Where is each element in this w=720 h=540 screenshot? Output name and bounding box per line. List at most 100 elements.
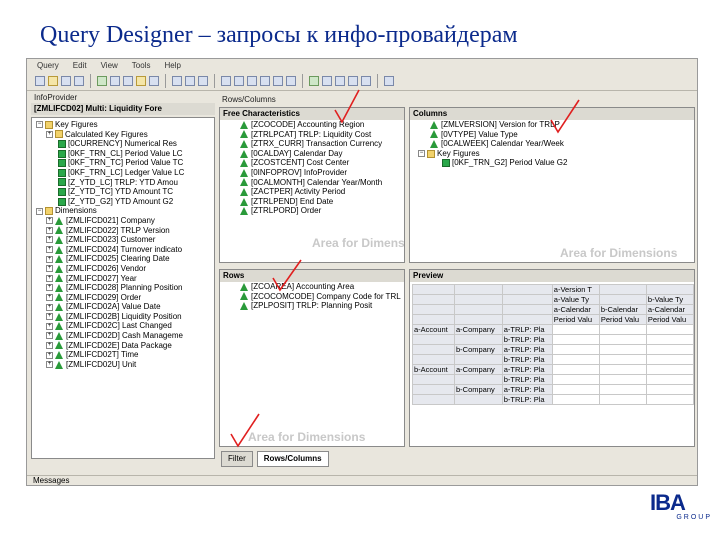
expand-toggle[interactable]: +: [46, 293, 53, 301]
free-characteristic-item[interactable]: [ZTRLPORD] Order: [228, 206, 404, 216]
rows-columns-view-icon[interactable]: [234, 75, 244, 86]
preview-cell: a-Account: [412, 324, 455, 335]
column-item[interactable]: [0CALWEEK] Calendar Year/Week: [418, 139, 694, 149]
characteristic-icon: [240, 178, 248, 187]
free-characteristic-item[interactable]: [0CALDAY] Calendar Day: [228, 149, 404, 159]
infoprovider-view-icon[interactable]: [309, 75, 319, 86]
columns-key-figures-node[interactable]: − Key Figures: [410, 149, 694, 159]
expand-toggle[interactable]: +: [46, 217, 53, 225]
expand-toggle[interactable]: +: [46, 255, 53, 263]
dimension-item[interactable]: + [ZMLIFCD027] Year: [36, 274, 214, 284]
cut-icon[interactable]: [172, 75, 182, 86]
dimension-item[interactable]: + [ZMLIFCD021] Company: [36, 216, 214, 226]
free-characteristic-item[interactable]: [ZCOCODE] Accounting Region: [228, 120, 404, 130]
copy-icon[interactable]: [185, 75, 195, 86]
help-icon[interactable]: [384, 75, 394, 86]
menu-tools[interactable]: Tools: [132, 61, 151, 70]
dimension-item[interactable]: + [ZMLIFCD02A] Value Date: [36, 302, 214, 312]
key-figure-item[interactable]: [0KF_TRN_CL] Period Value LC: [36, 149, 214, 159]
dimension-item[interactable]: + [ZMLIFCD02T] Time: [36, 350, 214, 360]
check-query-icon[interactable]: [97, 75, 107, 86]
dimension-item[interactable]: + [ZMLIFCD025] Clearing Date: [36, 254, 214, 264]
key-figure-item[interactable]: [0CURRENCY] Numerical Res: [36, 139, 214, 149]
dimension-item[interactable]: + [ZMLIFCD022] TRLP Version: [36, 226, 214, 236]
expand-toggle[interactable]: +: [46, 303, 53, 311]
dimension-item[interactable]: + [ZMLIFCD02U] Unit: [36, 360, 214, 370]
open-icon[interactable]: [48, 75, 58, 86]
messages-icon[interactable]: [348, 75, 358, 86]
column-key-figure-item[interactable]: [0KF_TRN_G2] Period Value G2: [430, 158, 694, 168]
free-characteristic-item[interactable]: [ZTRLPCAT] TRLP: Liquidity Cost: [228, 130, 404, 140]
cells-icon[interactable]: [247, 75, 257, 86]
menu-view[interactable]: View: [101, 61, 118, 70]
execute-icon[interactable]: [110, 75, 120, 86]
free-characteristic-item[interactable]: [ZACTPER] Activity Period: [228, 187, 404, 197]
conditions-icon[interactable]: [149, 75, 159, 86]
tab-filter[interactable]: Filter: [221, 451, 253, 467]
save-icon[interactable]: [61, 75, 71, 86]
messages-bar[interactable]: Messages: [27, 475, 697, 485]
exceptions-icon[interactable]: [136, 75, 146, 86]
key-figure-item[interactable]: [Z_YTD_TC] YTD Amount TC: [36, 187, 214, 197]
key-figure-item[interactable]: [0KF_TRN_LC] Ledger Value LC: [36, 168, 214, 178]
row-item[interactable]: [ZCOCOMCODE] Company Code for TRL: [228, 292, 404, 302]
dimension-item[interactable]: + [ZMLIFCD02B] Liquidity Position: [36, 312, 214, 322]
conditions-view-icon[interactable]: [260, 75, 270, 86]
where-used-icon[interactable]: [361, 75, 371, 86]
expand-toggle[interactable]: +: [46, 332, 53, 340]
properties-view-icon[interactable]: [322, 75, 332, 86]
menu-edit[interactable]: Edit: [73, 61, 87, 70]
free-characteristic-item[interactable]: [ZTRX_CURR] Transaction Currency: [228, 139, 404, 149]
dimension-item[interactable]: + [ZMLIFCD02D] Cash Manageme: [36, 331, 214, 341]
tree-node-key-figures[interactable]: − Key Figures: [36, 120, 214, 130]
preview-cell: [454, 334, 503, 345]
dimension-item[interactable]: + [ZMLIFCD028] Planning Position: [36, 283, 214, 293]
tab-rows-columns[interactable]: Rows/Columns: [256, 451, 329, 467]
characteristic-icon: [240, 292, 248, 301]
dimension-item[interactable]: + [ZMLIFCD02E] Data Package: [36, 341, 214, 351]
expand-toggle[interactable]: +: [46, 246, 53, 254]
save-all-icon[interactable]: [74, 75, 84, 86]
row-item[interactable]: [ZCOAREA] Accounting Area: [228, 282, 404, 292]
expand-toggle[interactable]: +: [46, 226, 53, 234]
tree-node-dimensions[interactable]: − Dimensions: [36, 206, 214, 216]
properties-icon[interactable]: [123, 75, 133, 86]
expand-toggle[interactable]: +: [46, 130, 53, 138]
dimension-item[interactable]: + [ZMLIFCD026] Vendor: [36, 264, 214, 274]
paste-icon[interactable]: [198, 75, 208, 86]
menu-query[interactable]: Query: [37, 61, 59, 70]
dimension-item[interactable]: + [ZMLIFCD029] Order: [36, 293, 214, 303]
dimension-item[interactable]: + [ZMLIFCD023] Customer: [36, 235, 214, 245]
expand-toggle[interactable]: +: [46, 284, 53, 292]
expand-toggle[interactable]: +: [46, 341, 53, 349]
expand-toggle[interactable]: +: [46, 351, 53, 359]
dimension-item[interactable]: + [ZMLIFCD02C] Last Changed: [36, 321, 214, 331]
key-figure-item[interactable]: [Z_YTD_LC] TRLP: YTD Amou: [36, 178, 214, 188]
sources-icon[interactable]: [286, 75, 296, 86]
expand-toggle[interactable]: +: [46, 265, 53, 273]
free-characteristic-item[interactable]: [0INFOPROV] InfoProvider: [228, 168, 404, 178]
exceptions-view-icon[interactable]: [273, 75, 283, 86]
row-item[interactable]: [ZPLPOSIT] TRLP: Planning Posit: [228, 301, 404, 311]
dimension-item[interactable]: + [ZMLIFCD024] Turnover indicato: [36, 245, 214, 255]
expand-toggle[interactable]: +: [46, 322, 53, 330]
characteristic-icon: [240, 187, 248, 196]
key-figure-item[interactable]: [Z_YTD_G2] YTD Amount G2: [36, 197, 214, 207]
free-characteristic-item[interactable]: [0CALMONTH] Calendar Year/Month: [228, 178, 404, 188]
folder-icon: [55, 130, 63, 139]
tasks-icon[interactable]: [335, 75, 345, 86]
key-figure-icon: [58, 178, 66, 187]
expand-toggle[interactable]: +: [46, 313, 53, 321]
new-icon[interactable]: [35, 75, 45, 86]
key-figure-item[interactable]: [0KF_TRN_TC] Period Value TC: [36, 158, 214, 168]
key-figure-item[interactable]: + Calculated Key Figures: [36, 130, 214, 140]
expand-toggle[interactable]: +: [46, 236, 53, 244]
item-label: [0KF_TRN_TC] Period Value TC: [68, 158, 184, 168]
free-characteristic-item[interactable]: [ZTRLPEND] End Date: [228, 197, 404, 207]
item-label: [0KF_TRN_LC] Ledger Value LC: [68, 167, 185, 177]
filter-view-icon[interactable]: [221, 75, 231, 86]
expand-toggle[interactable]: +: [46, 274, 53, 282]
menu-help[interactable]: Help: [164, 61, 180, 70]
free-characteristic-item[interactable]: [ZCOSTCENT] Cost Center: [228, 158, 404, 168]
expand-toggle[interactable]: +: [46, 361, 53, 369]
